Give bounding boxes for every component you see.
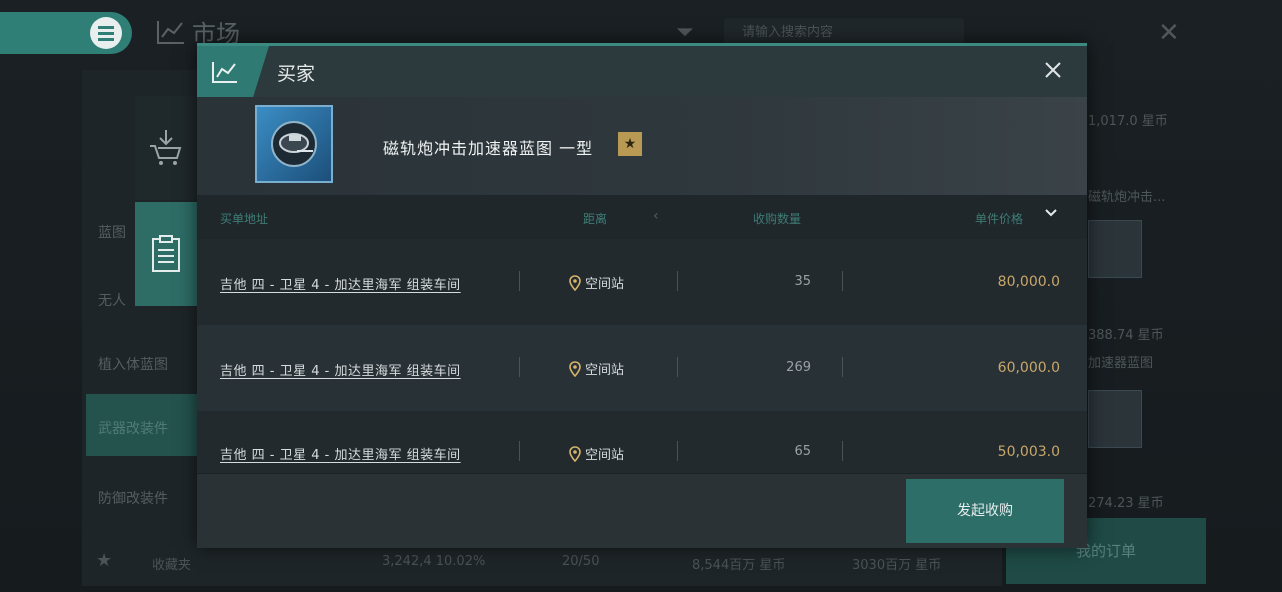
- create-buy-order-button[interactable]: 发起收购: [906, 479, 1064, 543]
- table-header: 买单地址 距离 ‹ 收购数量 单件价格: [197, 195, 1087, 239]
- distance-label: 空间站: [585, 448, 625, 463]
- dialog-footer: 发起收购: [197, 473, 1087, 548]
- cart-download-icon: [150, 130, 182, 165]
- favorite-star-icon[interactable]: ★: [618, 132, 642, 156]
- dialog-title: 买家: [277, 63, 316, 85]
- item-name: 磁轨炮冲击加速器蓝图 一型: [383, 139, 594, 158]
- column-divider: [842, 271, 843, 291]
- hamburger-icon: [90, 17, 122, 49]
- bottom-stat: 20/50: [562, 554, 600, 569]
- location-pin-icon: [569, 360, 581, 377]
- column-divider: [677, 271, 678, 291]
- price-cell: 80,000.0: [997, 274, 1060, 290]
- table-row[interactable]: 吉他 四 - 卫星 4 - 加达里海军 组装车间 空间站 269 60,000.…: [197, 325, 1087, 411]
- table-row[interactable]: 吉他 四 - 卫星 4 - 加达里海军 组装车间 空间站 35 80,000.0: [197, 239, 1087, 325]
- column-header-location[interactable]: 买单地址: [220, 210, 268, 227]
- right-list-text: 388.74 星币: [1088, 328, 1164, 343]
- chart-icon: [212, 61, 237, 83]
- column-divider: [519, 441, 520, 461]
- column-header-unit-price[interactable]: 单件价格: [975, 210, 1023, 227]
- quantity-cell: 269: [786, 360, 811, 375]
- order-type-tabs: [135, 96, 197, 306]
- location-pin-icon: [569, 445, 581, 462]
- chevron-left-icon[interactable]: ‹: [653, 208, 659, 224]
- distance-cell: 空间站: [569, 444, 624, 463]
- right-item-list: 1,017.0 星币 磁轨炮冲击... 388.74 星币 加速器蓝图 274.…: [1086, 40, 1196, 520]
- clipboard-icon: [152, 235, 180, 272]
- column-divider: [677, 441, 678, 461]
- price-cell: 60,000.0: [997, 360, 1060, 376]
- distance-label: 空间站: [585, 363, 625, 378]
- column-divider: [842, 357, 843, 377]
- bottom-stat: 8,544百万 星币: [692, 558, 786, 573]
- filter-icon[interactable]: ⏷: [676, 20, 694, 45]
- buyers-dialog: 买家 磁轨炮冲击加速器蓝图 一型 ★ 买单地址 距离 ‹ 收购数量 单件价格 吉…: [197, 43, 1087, 548]
- category-item[interactable]: 植入体蓝图: [98, 354, 168, 374]
- category-item[interactable]: 蓝图: [98, 222, 126, 242]
- dialog-header: 买家: [197, 43, 1087, 97]
- distance-label: 空间站: [585, 277, 625, 292]
- item-thumbnail[interactable]: [1088, 390, 1142, 448]
- category-item[interactable]: 防御改装件: [98, 488, 168, 508]
- menu-button[interactable]: [0, 12, 132, 54]
- column-divider: [677, 357, 678, 377]
- buy-order-location[interactable]: 吉他 四 - 卫星 4 - 加达里海军 组装车间: [220, 360, 461, 379]
- column-divider: [519, 271, 520, 291]
- quantity-cell: 65: [794, 444, 811, 459]
- category-item[interactable]: 武器改装件: [98, 418, 168, 438]
- close-icon[interactable]: [1041, 58, 1065, 82]
- chart-icon: [157, 20, 184, 44]
- quantity-cell: 35: [794, 274, 811, 289]
- column-header-quantity[interactable]: 收购数量: [753, 210, 801, 227]
- item-thumbnail[interactable]: [1088, 220, 1142, 278]
- tab-sell-orders[interactable]: [135, 96, 197, 200]
- item-info-band: 磁轨炮冲击加速器蓝图 一型 ★: [197, 97, 1087, 195]
- right-list-text: 磁轨炮冲击...: [1088, 190, 1166, 205]
- star-icon[interactable]: ★: [96, 550, 112, 571]
- blueprint-item-icon[interactable]: [255, 105, 333, 183]
- buy-order-location[interactable]: 吉他 四 - 卫星 4 - 加达里海军 组装车间: [220, 444, 461, 463]
- table-row[interactable]: 吉他 四 - 卫星 4 - 加达里海军 组装车间 空间站 65 50,003.0: [197, 411, 1087, 473]
- location-pin-icon: [569, 274, 581, 291]
- column-divider: [842, 441, 843, 461]
- right-list-text: 274.23 星币: [1088, 496, 1164, 511]
- distance-cell: 空间站: [569, 359, 624, 378]
- bottom-stat: 3030百万 星币: [852, 558, 942, 573]
- chevron-down-icon[interactable]: [1045, 207, 1057, 221]
- column-header-distance[interactable]: 距离: [583, 210, 607, 227]
- dialog-tab: [197, 46, 269, 97]
- distance-cell: 空间站: [569, 273, 624, 292]
- category-item[interactable]: 无人: [98, 290, 126, 310]
- right-list-text: 加速器蓝图: [1088, 356, 1154, 371]
- tab-buy-orders[interactable]: [135, 202, 197, 306]
- column-divider: [519, 357, 520, 377]
- right-list-text: 1,017.0 星币: [1088, 114, 1168, 129]
- price-cell: 50,003.0: [997, 444, 1060, 460]
- bottom-stat: 3,242,4 10.02%: [382, 554, 486, 569]
- buy-order-location[interactable]: 吉他 四 - 卫星 4 - 加达里海军 组装车间: [220, 274, 461, 293]
- favorites-label[interactable]: 收藏夹: [152, 554, 191, 573]
